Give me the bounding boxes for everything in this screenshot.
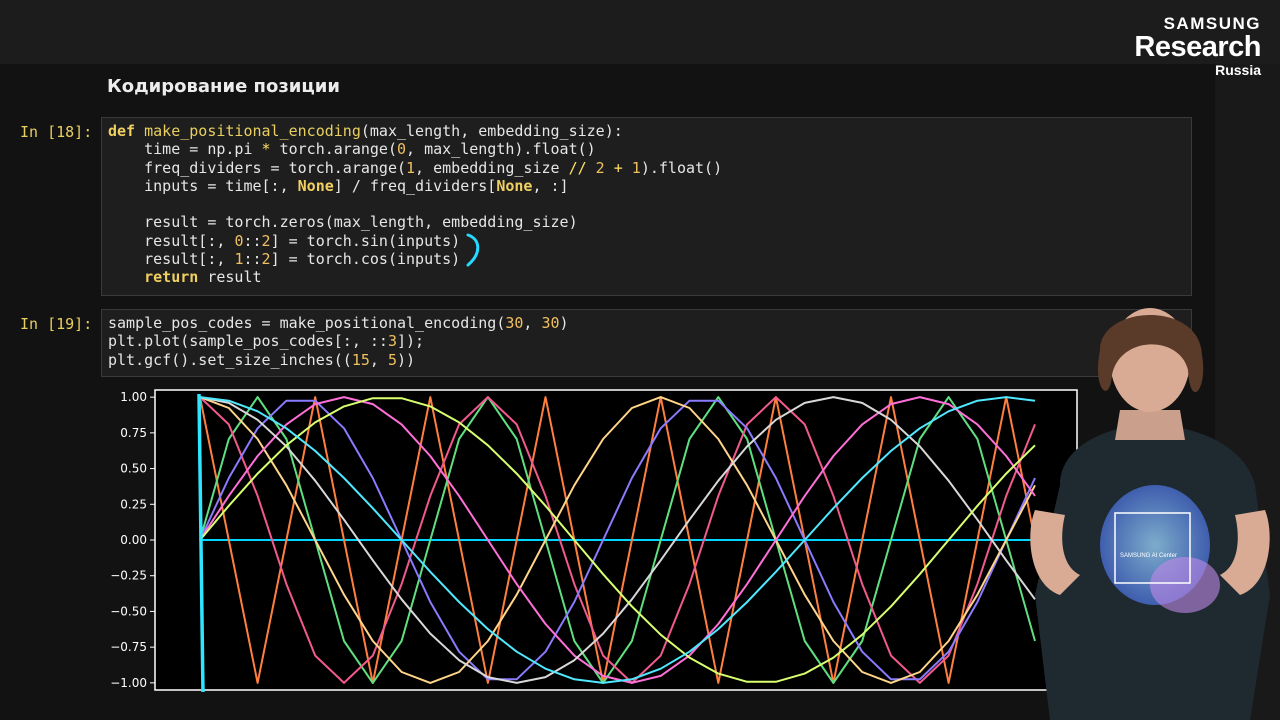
code-token: 15 [351, 350, 370, 369]
code-token: )) [397, 350, 416, 369]
code-token: 30 [541, 314, 560, 332]
code-token: 5 [387, 350, 397, 369]
y-tick-label: 1.00 [120, 390, 147, 404]
code-token: 1 [631, 158, 641, 177]
plot-output: 1.00 0.75 0.50 0.25 0.00 −0.25 −0.50 −0.75 −1.00 [100, 382, 1090, 692]
code-token: , max_length).float() [406, 140, 596, 159]
y-tick-label: −0.75 [110, 640, 147, 654]
markdown-heading: Кодирование позиции [107, 76, 340, 97]
logo-research: Research [1134, 31, 1261, 63]
speaker-video-overlay: SAMSUNG AI Center [1030, 308, 1270, 720]
code-line: return result [108, 268, 1191, 286]
code-token: return [144, 268, 199, 287]
code-line: def make_positional_encoding(max_length,… [108, 122, 1191, 140]
code-token: :: [243, 231, 262, 250]
code-token: time = np.pi [108, 140, 262, 159]
cell-prompt-19: In [19]: [20, 315, 93, 333]
y-tick-label: 0.75 [120, 426, 147, 440]
y-tick-label: 0.50 [120, 462, 147, 476]
code-token: plt.gcf().set_size_inches(( [108, 350, 352, 369]
code-token: torch.arange( [270, 140, 397, 159]
code-token: None [496, 176, 533, 195]
code-token: result [198, 268, 262, 287]
code-token: ).float() [640, 158, 723, 177]
code-line: result[:, 0::2] = torch.sin(inputs) [108, 232, 1191, 250]
y-tick-label: −0.50 [110, 604, 147, 618]
pen-annotation-mark [466, 233, 480, 267]
code-token: sample_pos_codes = make_positional_encod… [108, 314, 506, 332]
code-line: time = np.pi * torch.arange(0, max_lengt… [108, 140, 1191, 158]
code-token: , embedding_size [415, 158, 569, 177]
code-token: * [261, 140, 271, 159]
y-tick-label: 0.00 [120, 533, 147, 547]
y-tick-label: −0.25 [110, 569, 147, 583]
code-token: + [613, 158, 623, 177]
video-top-bar [0, 0, 1280, 64]
code-token: ] = torch.cos(inputs) [270, 250, 461, 269]
code-token: result[:, [108, 250, 235, 269]
code-token: make_positional_encoding [144, 122, 361, 140]
code-token: 30 [505, 314, 524, 332]
y-tick-label: −1.00 [110, 676, 147, 690]
code-token: 3 [387, 332, 397, 351]
code-token: def [108, 122, 136, 140]
code-line: freq_dividers = torch.arange(1, embeddin… [108, 159, 1191, 177]
code-token: :: [243, 250, 262, 269]
code-token: , :] [532, 176, 569, 195]
code-token: result = torch.zeros(max_length, embeddi… [108, 213, 578, 232]
y-tick-label: 0.25 [120, 497, 147, 511]
positional-encoding-chart: 1.00 0.75 0.50 0.25 0.00 −0.25 −0.50 −0.75 −1.00 [110, 389, 1078, 692]
cell-prompt-18: In [18]: [20, 123, 93, 141]
code-token: 1 [406, 158, 416, 177]
code-line: result = torch.zeros(max_length, embeddi… [108, 213, 1191, 231]
code-token: ) [559, 314, 569, 332]
code-token: plt.plot(sample_pos_codes[:, :: [108, 332, 388, 351]
code-cell-18[interactable]: def make_positional_encoding(max_length,… [101, 117, 1192, 296]
logo-samsung: SAMSUNG [1163, 14, 1261, 33]
code-editor-18[interactable]: def make_positional_encoding(max_length,… [102, 118, 1191, 287]
code-token: (max_length, embedding_size): [360, 122, 623, 140]
code-token: 2 [595, 158, 605, 177]
code-token: // [568, 158, 587, 177]
code-token: 2 [261, 231, 271, 250]
code-token: freq_dividers = torch.arange( [108, 158, 407, 177]
code-token: ]); [397, 332, 425, 351]
code-token: inputs = time[:, [108, 176, 298, 195]
code-line: inputs = time[:, None] / freq_dividers[N… [108, 177, 1191, 195]
code-token: 0 [397, 140, 407, 159]
code-token: ] / freq_dividers[ [333, 176, 497, 195]
shirt-text: SAMSUNG AI Center [1120, 553, 1177, 559]
code-token: result[:, [108, 231, 235, 250]
code-line: result[:, 1::2] = torch.cos(inputs) [108, 250, 1191, 268]
code-token: None [297, 176, 334, 195]
code-token: , [523, 314, 542, 332]
code-token: , [369, 350, 388, 369]
code-token: 2 [261, 250, 271, 269]
code-token: ] = torch.sin(inputs) [270, 231, 461, 250]
